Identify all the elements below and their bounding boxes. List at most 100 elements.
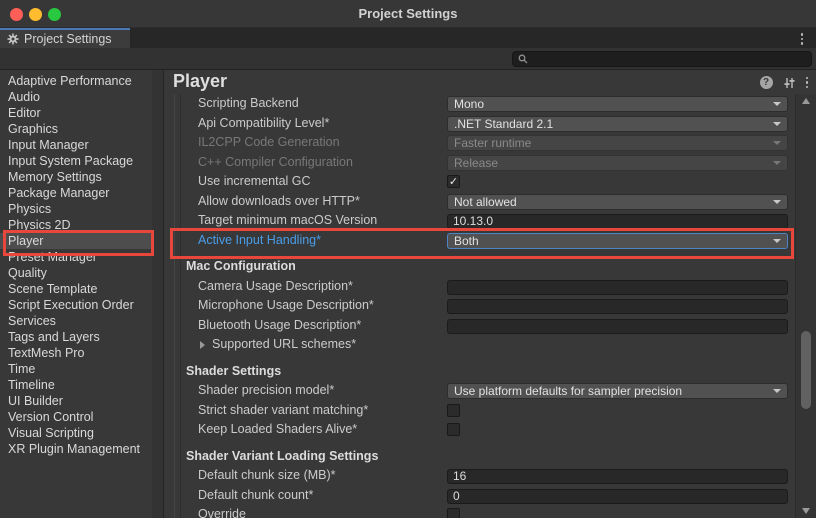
sidebar-item-editor[interactable]: Editor xyxy=(0,105,152,121)
sidebar-item-adaptive-performance[interactable]: Adaptive Performance xyxy=(0,73,152,89)
setting-row-active-input-handling: Active Input Handling* Both xyxy=(164,231,816,251)
sidebar-item-tags-and-layers[interactable]: Tags and Layers xyxy=(0,329,152,345)
sidebar-item-ui-builder[interactable]: UI Builder xyxy=(0,393,152,409)
help-icon[interactable]: ? xyxy=(760,76,773,89)
setting-row-il2cpp-code-generation: IL2CPP Code Generation Faster runtime xyxy=(164,133,816,153)
default-chunk-size-mb-field[interactable]: 16 xyxy=(447,469,788,484)
sidebar-item-textmesh-pro[interactable]: TextMesh Pro xyxy=(0,345,152,361)
sidebar-item-version-control[interactable]: Version Control xyxy=(0,409,152,425)
setting-row-allow-downloads-over-http: Allow downloads over HTTP*Not allowed xyxy=(164,192,816,212)
setting-label-il2cpp-code-generation: IL2CPP Code Generation xyxy=(198,133,340,153)
il2cpp-code-generation-dropdown[interactable]: Faster runtime xyxy=(447,135,788,151)
sidebar-item-xr-plugin-management[interactable]: XR Plugin Management xyxy=(0,441,152,457)
settings-content: Scripting Backend Mono Api Compatibility L… xyxy=(164,94,816,518)
vertical-scrollbar xyxy=(795,94,816,518)
shader-precision-model-dropdown[interactable]: Use platform defaults for sampler precis… xyxy=(447,383,788,399)
active-input-handling-dropdown[interactable]: Both xyxy=(447,233,788,249)
default-chunk-count-field[interactable]: 0 xyxy=(447,489,788,504)
settings-category-list: Adaptive PerformanceAudioEditorGraphicsI… xyxy=(0,70,152,518)
setting-row-default-chunk-count: Default chunk count* 0 xyxy=(164,486,816,506)
section-header-shader-variant-loading-settings: Shader Variant Loading Settings xyxy=(164,447,816,467)
dropdown-value: Release xyxy=(454,156,787,170)
setting-row-default-chunk-size-mb: Default chunk size (MB)* 16 xyxy=(164,466,816,486)
sidebar-item-package-manager[interactable]: Package Manager xyxy=(0,185,152,201)
sidebar-scrollbar-track[interactable] xyxy=(152,70,163,518)
sidebar-item-input-manager[interactable]: Input Manager xyxy=(0,137,152,153)
setting-row-bluetooth-usage-description: Bluetooth Usage Description* xyxy=(164,316,816,336)
setting-label-default-chunk-size-mb: Default chunk size (MB)* xyxy=(198,466,336,486)
setting-row-target-minimum-macos-version: Target minimum macOS Version 10.13.0 xyxy=(164,211,816,231)
allow-downloads-over-http-dropdown[interactable]: Not allowed xyxy=(447,194,788,210)
setting-label-scripting-backend: Scripting Backend xyxy=(198,94,299,114)
dropdown-value: Not allowed xyxy=(454,195,787,209)
more-menu-icon[interactable] xyxy=(806,77,809,89)
sidebar-item-physics-2d[interactable]: Physics 2D xyxy=(0,217,152,233)
override-checkbox[interactable] xyxy=(447,508,460,518)
sidebar-item-memory-settings[interactable]: Memory Settings xyxy=(0,169,152,185)
setting-label-camera-usage-description: Camera Usage Description* xyxy=(198,277,353,297)
keep-loaded-shaders-alive-checkbox[interactable] xyxy=(447,423,460,436)
setting-label-microphone-usage-description: Microphone Usage Description* xyxy=(198,296,374,316)
setting-row-api-compatibility-level: Api Compatibility Level* .NET Standard 2.… xyxy=(164,114,816,134)
camera-usage-description-field[interactable] xyxy=(447,280,788,295)
setting-row-override: Override xyxy=(164,505,816,518)
c-compiler-configuration-dropdown[interactable]: Release xyxy=(447,155,788,171)
microphone-usage-description-field[interactable] xyxy=(447,299,788,314)
setting-label-strict-shader-variant-matching: Strict shader variant matching* xyxy=(198,401,368,421)
sidebar-item-quality[interactable]: Quality xyxy=(0,265,152,281)
sidebar-item-physics[interactable]: Physics xyxy=(0,201,152,217)
api-compatibility-level-dropdown[interactable]: .NET Standard 2.1 xyxy=(447,116,788,132)
target-minimum-macos-version-field[interactable]: 10.13.0 xyxy=(447,214,788,229)
setting-row-strict-shader-variant-matching: Strict shader variant matching* xyxy=(164,401,816,421)
scrollbar-thumb[interactable] xyxy=(801,331,811,409)
player-settings-panel: Player ? Scripting Backend Mono Api Compat… xyxy=(164,70,816,518)
strict-shader-variant-matching-checkbox[interactable] xyxy=(447,404,460,417)
tab-project-settings[interactable]: Project Settings xyxy=(0,28,130,48)
sidebar-item-preset-manager[interactable]: Preset Manager xyxy=(0,249,152,265)
sidebar-item-visual-scripting[interactable]: Visual Scripting xyxy=(0,425,152,441)
sidebar-item-input-system-package[interactable]: Input System Package xyxy=(0,153,152,169)
sidebar-item-timeline[interactable]: Timeline xyxy=(0,377,152,393)
setting-label-target-minimum-macos-version: Target minimum macOS Version xyxy=(198,211,377,231)
sidebar-item-scene-template[interactable]: Scene Template xyxy=(0,281,152,297)
search-field[interactable] xyxy=(512,51,812,67)
scripting-backend-dropdown[interactable]: Mono xyxy=(447,96,788,112)
sidebar-item-graphics[interactable]: Graphics xyxy=(0,121,152,137)
sidebar-item-player[interactable]: Player xyxy=(0,233,163,249)
setting-row-supported-url-schemes: Supported URL schemes* xyxy=(164,335,816,355)
sidebar-item-time[interactable]: Time xyxy=(0,361,152,377)
setting-label-api-compatibility-level: Api Compatibility Level* xyxy=(198,114,329,134)
setting-label-supported-url-schemes: Supported URL schemes* xyxy=(212,335,356,355)
chevron-down-icon xyxy=(773,239,781,243)
search-input[interactable] xyxy=(532,53,802,65)
preset-icon[interactable] xyxy=(783,77,796,89)
setting-row-microphone-usage-description: Microphone Usage Description* xyxy=(164,296,816,316)
sidebar-item-script-execution-order[interactable]: Script Execution Order xyxy=(0,297,152,313)
setting-row-use-incremental-gc: Use incremental GC✓ xyxy=(164,172,816,192)
setting-label-keep-loaded-shaders-alive: Keep Loaded Shaders Alive* xyxy=(198,420,357,440)
setting-label-default-chunk-count: Default chunk count* xyxy=(198,486,313,506)
setting-row-keep-loaded-shaders-alive: Keep Loaded Shaders Alive* xyxy=(164,420,816,440)
setting-row-scripting-backend: Scripting Backend Mono xyxy=(164,94,816,114)
tab-bar: Project Settings xyxy=(0,28,816,48)
dropdown-value: Both xyxy=(454,234,787,248)
sidebar-item-audio[interactable]: Audio xyxy=(0,89,152,105)
dropdown-value: Faster runtime xyxy=(454,136,787,150)
foldout-triangle-icon[interactable] xyxy=(200,341,205,349)
setting-label-active-input-handling: Active Input Handling* xyxy=(198,231,321,251)
tab-more-menu-icon[interactable] xyxy=(801,33,804,45)
setting-label-c-compiler-configuration: C++ Compiler Configuration xyxy=(198,153,353,173)
panel-header: Player ? xyxy=(164,70,816,94)
sidebar-item-services[interactable]: Services xyxy=(0,313,152,329)
dropdown-value: .NET Standard 2.1 xyxy=(454,117,787,131)
use-incremental-gc-checkbox[interactable]: ✓ xyxy=(447,175,460,188)
setting-label-bluetooth-usage-description: Bluetooth Usage Description* xyxy=(198,316,361,336)
scroll-up-icon[interactable] xyxy=(802,98,810,104)
chevron-down-icon xyxy=(773,141,781,145)
panel-title: Player xyxy=(173,71,227,92)
window-title: Project Settings xyxy=(0,6,816,21)
search-row xyxy=(0,48,816,70)
setting-label-shader-precision-model: Shader precision model* xyxy=(198,381,334,401)
scroll-down-icon[interactable] xyxy=(802,508,810,514)
bluetooth-usage-description-field[interactable] xyxy=(447,319,788,334)
